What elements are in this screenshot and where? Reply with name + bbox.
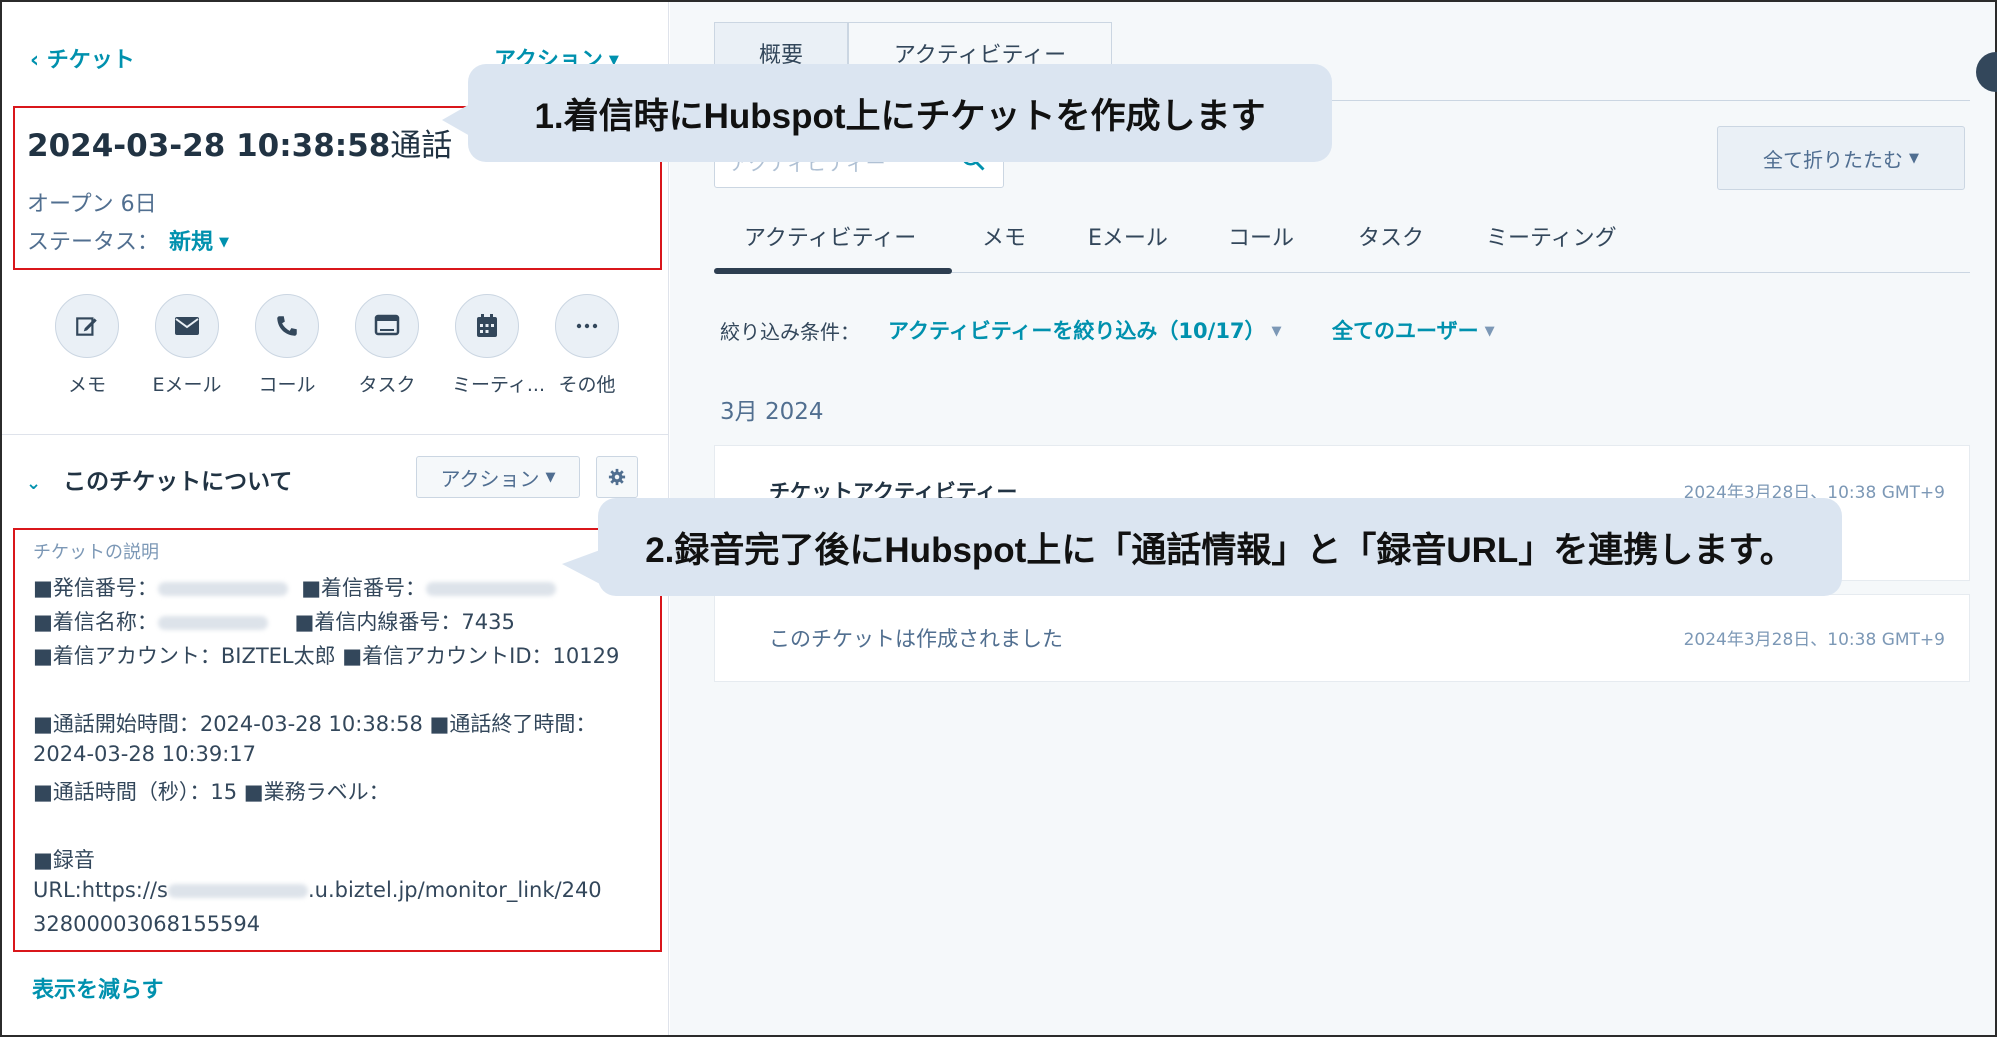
activity-card[interactable]: このチケットは作成されました 2024年3月28日、10:38 GMT+9 (714, 594, 1970, 682)
callee-number-label: ■着信番号： (301, 576, 427, 600)
activity-filter-label: アクティビティーを絞り込み（10/17） (888, 319, 1266, 343)
callout-step-1-text: 1.着信時にHubspot上にチケットを作成します (534, 96, 1266, 136)
ticket-title[interactable]: 2024-03-28 10:38:58通話 (27, 120, 452, 165)
recording-url-line[interactable]: URL:https://s .u.biztel.jp/monitor_link/2… (33, 878, 602, 902)
quick-action-label: タスク (358, 374, 416, 396)
quick-action-label: コール (258, 374, 316, 396)
activity-filter-dropdown[interactable]: アクティビティーを絞り込み（10/17） ▼ (888, 315, 1282, 345)
caret-down-icon: ▼ (545, 469, 556, 485)
callee-name-label: ■着信名称： (33, 610, 158, 634)
open-days: オープン 6日 (27, 192, 157, 217)
about-section-title: このチケットについて (63, 469, 293, 495)
user-filter-label: 全てのユーザー (1332, 319, 1479, 343)
quick-action-call[interactable]: コール (252, 294, 322, 397)
back-to-tickets-link[interactable]: ‹ チケット (30, 42, 135, 74)
status-row: ステータス： 新規 ▼ (27, 224, 229, 256)
description-line: ■録音 (33, 848, 95, 872)
collapse-all-label: 全て折りたたむ (1763, 147, 1903, 172)
description-line: ■発信番号： ■着信番号： (33, 572, 557, 602)
quick-action-email[interactable]: Eメール (152, 294, 222, 397)
description-line: ■通話開始時間：2024-03-28 10:38:58 ■通話終了時間： (33, 712, 597, 736)
tab-notes[interactable]: メモ (982, 220, 1026, 252)
tab-activity[interactable]: アクティビティー (744, 220, 916, 252)
calendar-icon (455, 294, 519, 358)
redacted-value (157, 616, 268, 630)
collapse-all-button[interactable]: 全て折りたたむ ▼ (1717, 126, 1965, 190)
settings-button[interactable] (596, 456, 638, 498)
quick-action-label: Eメール (152, 374, 222, 396)
section-actions-label: アクション (440, 466, 540, 491)
tab-calls[interactable]: コール (1228, 220, 1294, 252)
callout-pointer (562, 550, 600, 584)
recording-url-start: URL:https://s (33, 878, 168, 902)
active-tab-indicator (714, 268, 952, 274)
more-icon (555, 294, 619, 358)
chevron-down-icon: ⌄ (26, 473, 42, 494)
tab-emails[interactable]: Eメール (1088, 220, 1168, 252)
quick-action-label: メモ (67, 374, 106, 396)
status-dropdown[interactable]: 新規 ▼ (169, 230, 229, 255)
recording-url-line: 32800003068155594 (33, 912, 261, 936)
description-line: ■通話時間（秒）：15 ■業務ラベル： (33, 780, 390, 804)
recording-url-end: .u.biztel.jp/monitor_link/240 (307, 878, 602, 902)
show-less-link[interactable]: 表示を減らす (32, 972, 164, 1004)
description-line: ■着信アカウント：BIZTEL太郎 ■着信アカウントID：10129 (33, 644, 620, 668)
activity-card-date: 2024年3月28日、10:38 GMT+9 (1683, 630, 1945, 650)
month-heading: 3月 2024 (720, 399, 824, 425)
callout-step-2-text: 2.録音完了後にHubspot上に「通話情報」と「録音URL」を連携します。 (645, 530, 1795, 570)
callout-step-1: 1.着信時にHubspot上にチケットを作成します (442, 64, 1332, 162)
quick-action-note[interactable]: メモ (52, 294, 122, 397)
quick-action-meeting[interactable]: ミーティ... (452, 294, 545, 397)
tab-meetings[interactable]: ミーティング (1486, 220, 1617, 252)
description-line: 2024-03-28 10:39:17 (33, 742, 257, 766)
caret-down-icon: ▼ (1271, 324, 1282, 339)
quick-action-task[interactable]: タスク (352, 294, 422, 397)
redacted-value (167, 884, 308, 898)
quick-action-label: ミーティ... (452, 374, 545, 396)
divider (2, 434, 669, 435)
activity-card-text: このチケットは作成されました (769, 627, 1063, 651)
caret-down-icon: ▼ (219, 235, 230, 250)
user-filter-dropdown[interactable]: 全てのユーザー ▼ (1332, 315, 1495, 345)
quick-action-label: その他 (558, 374, 616, 396)
caret-down-icon: ▼ (1484, 324, 1495, 339)
redacted-value (426, 582, 557, 596)
gear-icon (608, 468, 626, 486)
ticket-title-datetime: 2024-03-28 10:38:58 (27, 128, 391, 164)
quick-actions: メモ Eメール コール タスク ミーティ... その他 (52, 294, 642, 397)
callee-extension: ■着信内線番号：7435 (294, 610, 515, 634)
description-highlight: チケットの説明 ■発信番号： ■着信番号： ■着信名称： ■着信内線番号：743… (13, 528, 662, 952)
caller-number-label: ■発信番号： (33, 576, 158, 600)
tab-tasks[interactable]: タスク (1358, 220, 1424, 252)
status-value: 新規 (169, 230, 214, 255)
task-icon (355, 294, 419, 358)
status-label: ステータス： (27, 230, 160, 255)
description-line: ■着信名称： ■着信内線番号：7435 (33, 606, 515, 636)
quick-action-more[interactable]: その他 (552, 294, 622, 397)
callout-step-2: 2.録音完了後にHubspot上に「通話情報」と「録音URL」を連携します。 (562, 498, 1842, 596)
caret-down-icon: ▼ (1909, 150, 1919, 166)
description-label: チケットの説明 (33, 542, 159, 563)
about-section-toggle[interactable]: ⌄ このチケットについて (26, 462, 292, 496)
section-actions-button[interactable]: アクション ▼ (416, 456, 580, 498)
callout-pointer (442, 104, 470, 136)
phone-icon (255, 294, 319, 358)
edit-icon (55, 294, 119, 358)
redacted-value (157, 582, 288, 596)
filter-label: 絞り込み条件： (720, 320, 860, 344)
email-icon (155, 294, 219, 358)
collapse-panel-button[interactable] (1976, 52, 1997, 92)
